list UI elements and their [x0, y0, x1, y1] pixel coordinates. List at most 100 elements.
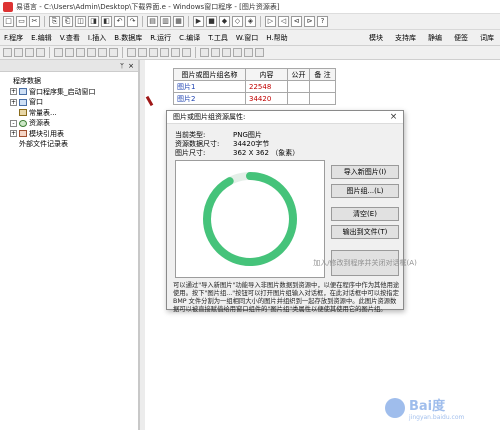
menu-item[interactable]: 支持库 — [389, 33, 422, 43]
toolbar-button[interactable]: ◁ — [278, 16, 289, 27]
tree-item[interactable]: + 模块引用表 — [4, 129, 138, 140]
menu-item[interactable]: H.帮助 — [262, 33, 291, 43]
align-icon[interactable] — [3, 48, 12, 57]
ring-progress — [203, 172, 297, 266]
close-icon[interactable]: × — [128, 62, 134, 70]
header-content: 内容 — [245, 68, 288, 81]
toolbar-button[interactable]: ↶ — [114, 16, 125, 27]
resource-name[interactable]: 图片1 — [173, 80, 246, 93]
expand-icon[interactable]: - — [10, 119, 17, 127]
export-to-file-button[interactable]: 输出到文件(T) — [331, 225, 399, 239]
toolbar-separator — [142, 16, 143, 27]
tree-item[interactable]: - 资源表 — [4, 118, 138, 129]
main-toolbar: □ ▭ ✂ ⎘ ⎗ ◫ ◨ ◧ ↶ ↷ ▤ ▥ ▦ ▶ ■ ◆ ◇ ◈ ▷ ◁ ⊲ ⊳? — [0, 14, 500, 30]
align-icon[interactable] — [149, 48, 158, 57]
expand-icon[interactable]: + — [10, 98, 17, 106]
toolbar-button[interactable]: ▶ — [193, 16, 204, 27]
toolbar-button[interactable]: ◨ — [88, 16, 99, 27]
toolbar-button[interactable]: ◈ — [245, 16, 256, 27]
menu-item[interactable]: T.工具 — [204, 33, 232, 43]
tree-item[interactable]: 程序数据 — [4, 76, 138, 87]
align-icon[interactable] — [87, 48, 96, 57]
align-icon[interactable] — [171, 48, 180, 57]
align-icon[interactable] — [76, 48, 85, 57]
align-icon[interactable] — [54, 48, 63, 57]
watermark: Bai度 jingyan.baidu.com — [385, 393, 495, 423]
menu-item[interactable]: V.查看 — [56, 33, 84, 43]
align-icon[interactable] — [211, 48, 220, 57]
menu-item[interactable]: W.窗口 — [232, 33, 262, 43]
menu-item[interactable]: B.数据库 — [110, 33, 146, 43]
menu-item[interactable]: I.插入 — [84, 33, 110, 43]
toolbar-button[interactable]: □ — [3, 16, 14, 27]
close-icon[interactable]: × — [388, 111, 399, 123]
align-icon[interactable] — [182, 48, 191, 57]
toolbar-button[interactable]: ⊳ — [304, 16, 315, 27]
align-icon[interactable] — [200, 48, 209, 57]
align-icon[interactable] — [244, 48, 253, 57]
resource-note[interactable] — [309, 80, 336, 93]
align-icon[interactable] — [160, 48, 169, 57]
toolbar-button[interactable]: ✂ — [29, 16, 40, 27]
image-group-button[interactable]: 图片组...(L) — [331, 184, 399, 198]
menu-item[interactable]: E.编辑 — [27, 33, 56, 43]
toolbar-button[interactable]: ◆ — [219, 16, 230, 27]
menu-item[interactable]: F.程序 — [0, 33, 27, 43]
toolbar-separator — [44, 16, 45, 27]
toolbar-button[interactable]: ▦ — [173, 16, 184, 27]
menu-item[interactable]: 静编 — [422, 33, 448, 43]
image-preview — [175, 160, 325, 278]
toolbar-button[interactable]: ◧ — [101, 16, 112, 27]
resource-content[interactable]: 34420 — [245, 92, 288, 105]
toolbar-button[interactable]: ⊲ — [291, 16, 302, 27]
tree-item[interactable]: + 窗口程序集_启动窗口 — [4, 87, 138, 98]
toolbar-button[interactable]: ▤ — [147, 16, 158, 27]
align-icon[interactable] — [255, 48, 264, 57]
align-icon[interactable] — [36, 48, 45, 57]
resource-public[interactable] — [287, 92, 310, 105]
app-icon — [3, 1, 13, 12]
toolbar-button[interactable]: ↷ — [127, 16, 138, 27]
pin-icon[interactable]: ᛘ — [120, 62, 124, 70]
menu-item[interactable]: 模块 — [363, 33, 389, 43]
toolbar-button[interactable]: ▭ — [16, 16, 27, 27]
info-value: 362 X 362 （象素） — [233, 149, 300, 157]
resource-public[interactable] — [287, 80, 310, 93]
add-to-program-button[interactable]: 加入/修改到程序并关闭对话框(A) — [313, 250, 417, 276]
align-icon[interactable] — [222, 48, 231, 57]
resource-name[interactable]: 图片2 — [173, 92, 246, 105]
align-icon[interactable] — [233, 48, 242, 57]
table-row[interactable]: 图片2 34420 — [173, 92, 336, 105]
expand-icon[interactable]: + — [10, 88, 17, 96]
align-icon[interactable] — [65, 48, 74, 57]
align-icon[interactable] — [25, 48, 34, 57]
menu-item[interactable]: C.编译 — [175, 33, 204, 43]
toolbar-button[interactable]: ■ — [206, 16, 217, 27]
align-icon[interactable] — [127, 48, 136, 57]
toolbar-button[interactable]: ⎘ — [49, 16, 60, 27]
menu-item[interactable]: 便签 — [448, 33, 474, 43]
toolbar-button[interactable]: ◇ — [232, 16, 243, 27]
align-icon[interactable] — [138, 48, 147, 57]
align-icon[interactable] — [98, 48, 107, 57]
import-image-button[interactable]: 导入新图片(I) — [331, 165, 399, 179]
toolbar-button[interactable]: ? — [317, 16, 328, 27]
toolbar-separator — [122, 47, 123, 58]
toolbar-button[interactable]: ◫ — [75, 16, 86, 27]
menu-item[interactable]: 词库 — [474, 33, 500, 43]
toolbar-button[interactable]: ▷ — [265, 16, 276, 27]
toolbar-button[interactable]: ⎗ — [62, 16, 73, 27]
expand-icon[interactable]: + — [10, 130, 17, 138]
clear-button[interactable]: 清空(E) — [331, 207, 399, 221]
tree-item[interactable]: + 窗口 — [4, 97, 138, 108]
align-icon[interactable] — [14, 48, 23, 57]
resource-note[interactable] — [309, 92, 336, 105]
tree-item[interactable]: 常量表... — [4, 108, 138, 119]
toolbar-button[interactable]: ▥ — [160, 16, 171, 27]
table-row[interactable]: 图片1 22548 — [173, 80, 336, 93]
menu-item[interactable]: R.运行 — [146, 33, 175, 43]
resource-content[interactable]: 22548 — [245, 80, 288, 93]
mod-icon — [19, 130, 27, 138]
align-icon[interactable] — [109, 48, 118, 57]
tree-item[interactable]: 外部文件记录表 — [4, 139, 138, 150]
